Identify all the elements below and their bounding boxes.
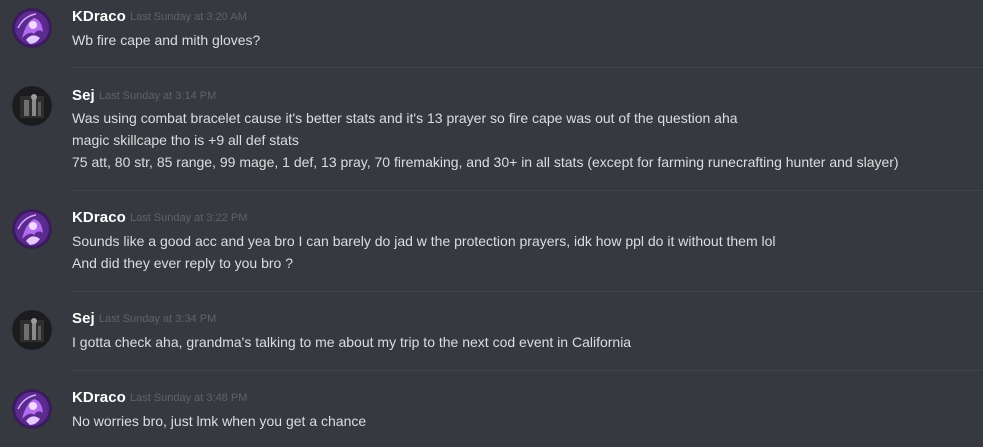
- purple-character-avatar[interactable]: [12, 209, 52, 249]
- message-body: No worries bro, just lmk when you get a …: [72, 410, 366, 432]
- message-line: 75 att, 80 str, 85 range, 99 mage, 1 def…: [72, 154, 899, 170]
- message-body: Sounds like a good acc and yea bro I can…: [72, 230, 776, 274]
- message-divider: [72, 190, 983, 191]
- message-line: No worries bro, just lmk when you get a …: [72, 413, 367, 429]
- message-body: Wb fire cape and mith gloves?: [72, 29, 260, 51]
- timestamp: Last Sunday at 3:14 PM: [98, 90, 217, 102]
- username[interactable]: KDraco: [72, 209, 126, 226]
- purple-character-avatar[interactable]: [12, 8, 52, 48]
- message-header: KDraco Last Sunday at 3:20 AM: [72, 8, 247, 28]
- message-header: Sej Last Sunday at 3:14 PM: [72, 87, 216, 107]
- message-line: Was using combat bracelet cause it's bet…: [72, 110, 738, 126]
- message-header: KDraco Last Sunday at 3:48 PM: [72, 389, 247, 409]
- username[interactable]: Sej: [72, 310, 95, 327]
- username[interactable]: KDraco: [72, 8, 126, 25]
- message-divider: [72, 370, 983, 371]
- message-line: Wb fire cape and mith gloves?: [72, 32, 261, 48]
- message-header: KDraco Last Sunday at 3:22 PM: [72, 209, 247, 229]
- timestamp: Last Sunday at 3:22 PM: [129, 212, 248, 224]
- timestamp: Last Sunday at 3:34 PM: [98, 313, 217, 325]
- timestamp: Last Sunday at 3:20 AM: [129, 11, 247, 23]
- message-line: And did they ever reply to you bro ?: [72, 255, 294, 271]
- message-body: I gotta check aha, grandma's talking to …: [72, 331, 631, 353]
- message-divider: [72, 291, 983, 292]
- message-body: Was using combat bracelet cause it's bet…: [72, 107, 899, 173]
- message-header: Sej Last Sunday at 3:34 PM: [72, 310, 216, 330]
- username[interactable]: KDraco: [72, 389, 126, 406]
- chat-messages: KDraco Last Sunday at 3:20 AM Wb fire cap…: [0, 0, 983, 447]
- message-line: Sounds like a good acc and yea bro I can…: [72, 233, 776, 249]
- message-line: I gotta check aha, grandma's talking to …: [72, 334, 632, 350]
- dark-photo-avatar[interactable]: [12, 310, 52, 350]
- timestamp: Last Sunday at 3:48 PM: [129, 392, 248, 404]
- message-line: magic skillcape tho is +9 all def stats: [72, 132, 299, 148]
- purple-character-avatar[interactable]: [12, 389, 52, 429]
- username[interactable]: Sej: [72, 87, 95, 104]
- message-divider: [72, 67, 983, 68]
- dark-photo-avatar[interactable]: [12, 86, 52, 126]
